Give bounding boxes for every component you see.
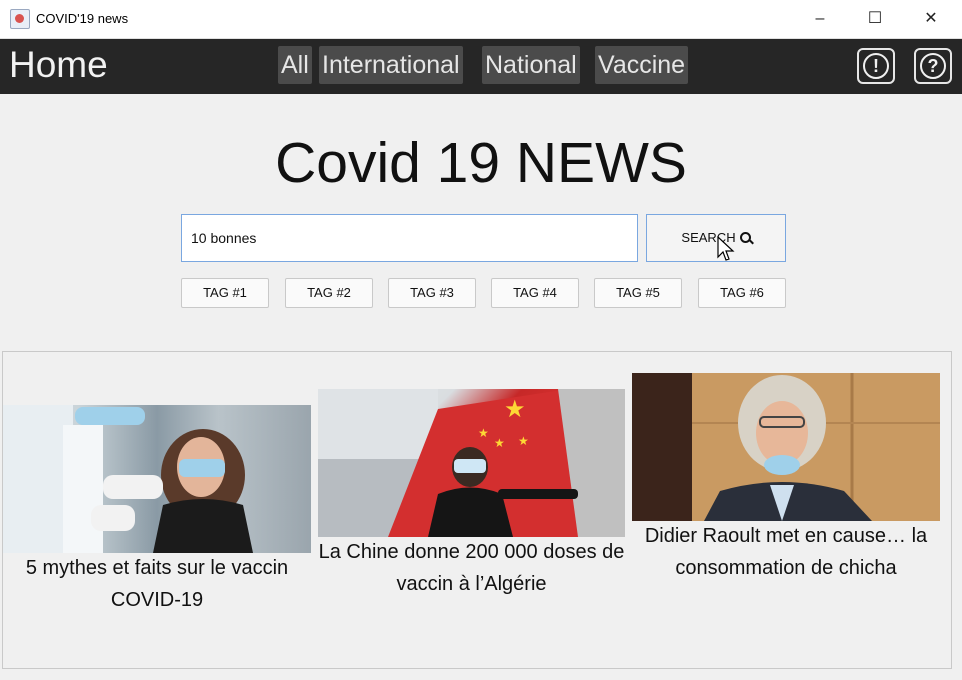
mouse-cursor-icon: [717, 236, 735, 261]
navbar: Home All International National Vaccine …: [0, 39, 962, 94]
vaccination-photo: [3, 405, 253, 553]
tab-national[interactable]: National: [482, 46, 580, 84]
tag-button-2[interactable]: TAG #2: [285, 278, 373, 308]
tag-button-5[interactable]: TAG #5: [594, 278, 682, 308]
article-caption-3[interactable]: Didier Raoult met en cause… la consommat…: [632, 520, 940, 584]
close-button[interactable]: ✕: [908, 0, 954, 38]
tag-button-3[interactable]: TAG #3: [388, 278, 476, 308]
article-image-china-flag[interactable]: ★ ★ ★ ★: [318, 389, 625, 537]
svg-text:★: ★: [518, 434, 529, 448]
svg-text:★: ★: [494, 436, 505, 450]
tag-button-1[interactable]: TAG #1: [181, 278, 269, 308]
tab-vaccine[interactable]: Vaccine: [595, 46, 689, 84]
search-input[interactable]: [181, 214, 638, 262]
page-title: Home: [9, 44, 108, 85]
maximize-button[interactable]: ☐: [852, 0, 898, 38]
help-icon: ?: [920, 53, 946, 79]
article-image-vaccination[interactable]: [3, 405, 311, 553]
tag-button-6[interactable]: TAG #6: [698, 278, 786, 308]
china-flag-photo: ★ ★ ★ ★: [318, 389, 625, 537]
tab-international[interactable]: International: [319, 46, 463, 84]
window-title: COVID'19 news: [36, 11, 129, 26]
tab-all[interactable]: All: [278, 46, 312, 84]
article-caption-2[interactable]: La Chine donne 200 000 doses de vaccin à…: [318, 536, 625, 600]
main-heading: Covid 19 NEWS: [275, 131, 687, 195]
tag-button-4[interactable]: TAG #4: [491, 278, 579, 308]
help-button[interactable]: ?: [914, 48, 952, 84]
app-icon: [10, 9, 30, 29]
raoult-photo: [632, 373, 940, 521]
alert-button[interactable]: !: [857, 48, 895, 84]
article-image-raoult[interactable]: [632, 373, 940, 521]
window-titlebar: COVID'19 news – ☐ ✕: [0, 0, 962, 39]
svg-text:★: ★: [478, 426, 489, 440]
alert-icon: !: [863, 53, 889, 79]
article-caption-1[interactable]: 5 mythes et faits sur le vaccin COVID-19: [3, 552, 311, 616]
minimize-button[interactable]: –: [797, 0, 843, 38]
svg-text:★: ★: [504, 395, 526, 423]
search-icon: [739, 232, 751, 243]
